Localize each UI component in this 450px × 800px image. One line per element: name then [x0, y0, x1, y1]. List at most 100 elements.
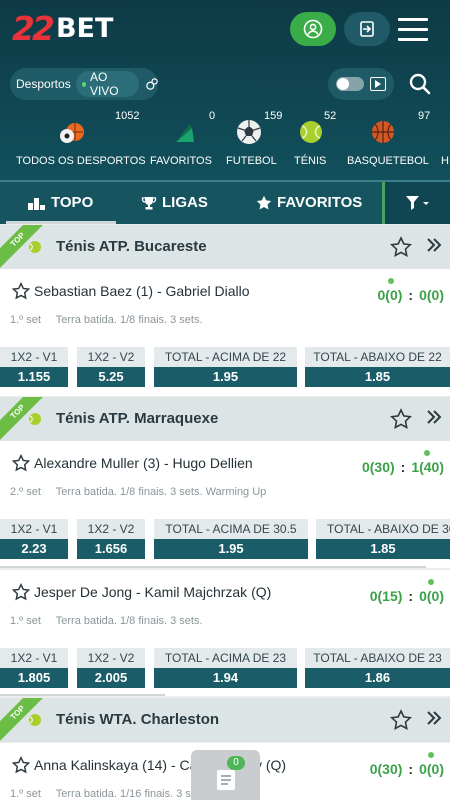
favorite-star-icon[interactable]: [12, 282, 30, 300]
odds-button[interactable]: 1.85: [305, 367, 450, 387]
match-score: 0(15):0(0): [370, 588, 444, 604]
register-button[interactable]: [290, 12, 336, 46]
filter-button[interactable]: [382, 182, 450, 224]
odds-button[interactable]: 1.95: [154, 539, 308, 559]
scroll-divider: [0, 694, 165, 696]
login-button[interactable]: [344, 12, 390, 46]
logo-number: 22: [12, 8, 55, 48]
hamburger-menu-icon[interactable]: [398, 16, 428, 42]
score-away: 0(0): [419, 588, 444, 604]
top-ribbon: TOP: [0, 225, 52, 269]
odds-button[interactable]: 2.23: [0, 539, 68, 559]
match-name-row: Sebastian Baez (1) - Gabriel Diallo: [12, 282, 250, 300]
double-chevron-right-icon[interactable]: [425, 709, 443, 727]
market-label: TOTAL - ABAIXO DE 22: [305, 347, 450, 367]
category-count: 0: [209, 110, 216, 122]
serve-indicator: [428, 752, 434, 758]
category-football[interactable]: 159 FUTEBOL: [226, 108, 292, 174]
dark-mode-toggle[interactable]: [336, 77, 364, 91]
category-count: 159: [264, 110, 283, 122]
market-label: TOTAL - ACIMA DE 30.5: [154, 519, 308, 539]
tab-topo[interactable]: TOPO: [28, 194, 93, 211]
tab-favoritos[interactable]: FAVORITOS: [256, 194, 362, 211]
desportos-toggle[interactable]: Desportos: [10, 77, 71, 91]
league-header[interactable]: TOP Ténis ATP. Marraquexe: [0, 397, 450, 441]
balls-icon[interactable]: [146, 77, 158, 91]
category-count: 52: [324, 110, 337, 122]
search-icon[interactable]: [408, 72, 432, 96]
odds-button[interactable]: 1.94: [154, 668, 297, 688]
odds-button[interactable]: 1.805: [0, 668, 68, 688]
tennis-ball-icon: [300, 121, 322, 143]
score-away: 1(40): [411, 459, 444, 475]
match-details: Terra batida. 1/8 finais. 3 sets. Warmin…: [55, 486, 267, 498]
league-header[interactable]: TOP Ténis ATP. Bucareste: [0, 225, 450, 269]
match-score: 0(30):1(40): [362, 459, 444, 475]
category-next[interactable]: H: [441, 108, 450, 174]
match-info: 1.º set Terra batida. 1/8 finais. 3 sets…: [10, 314, 203, 326]
category-basketball[interactable]: 97 BASQUETEBOL: [346, 108, 432, 174]
favorite-star-icon[interactable]: [390, 709, 412, 731]
betslip-button[interactable]: 0: [191, 750, 260, 800]
favorites-icon: [176, 124, 194, 142]
double-chevron-right-icon[interactable]: [425, 236, 443, 254]
tab-ligas[interactable]: LIGAS: [141, 194, 208, 211]
favorite-star-icon[interactable]: [390, 408, 412, 430]
league-header[interactable]: TOP Ténis WTA. Charleston: [0, 698, 450, 742]
market-label: 1X2 - V1: [0, 347, 68, 367]
score-away: 0(0): [419, 287, 444, 303]
stream-play-icon[interactable]: [370, 77, 386, 91]
match-row[interactable]: Sebastian Baez (1) - Gabriel Diallo 0(0)…: [0, 269, 450, 396]
odds-button[interactable]: 5.25: [77, 367, 145, 387]
odds-button[interactable]: 1.155: [0, 367, 68, 387]
brand-logo[interactable]: 22 BET: [12, 8, 113, 48]
score-separator: :: [408, 287, 414, 303]
market-label: 1X2 - V1: [0, 519, 68, 539]
tab-label: FAVORITOS: [277, 194, 363, 211]
odds-button[interactable]: 1.86: [305, 668, 450, 688]
market-label: TOTAL - ABAIXO DE 30.5: [316, 519, 450, 539]
star-icon: [256, 195, 272, 209]
tab-label: LIGAS: [162, 194, 208, 211]
category-label: H: [441, 155, 449, 167]
tennis-ball-icon: [29, 714, 41, 726]
login-icon: [360, 21, 374, 37]
trophy-icon: [141, 196, 157, 209]
league-title: Ténis ATP. Marraquexe: [56, 410, 219, 427]
top-header: 22 BET Desportos AO VIVO 1052 TODOS OS D…: [0, 0, 450, 180]
soccer-ball-icon: [237, 120, 261, 144]
match-row[interactable]: Jesper De Jong - Kamil Majchrzak (Q) 0(1…: [0, 570, 450, 696]
odds-button[interactable]: 1.95: [154, 367, 297, 387]
favorite-star-icon[interactable]: [12, 756, 30, 774]
odds-button[interactable]: 1.656: [77, 539, 145, 559]
odds-button[interactable]: 1.85: [316, 539, 450, 559]
favorite-star-icon[interactable]: [390, 236, 412, 258]
category-label: BASQUETEBOL: [347, 155, 429, 167]
match-name-row: Alexandre Muller (3) - Hugo Dellien: [12, 454, 253, 472]
score-home: 0(0): [377, 287, 403, 303]
match-row[interactable]: Alexandre Muller (3) - Hugo Dellien 0(30…: [0, 441, 450, 568]
match-score: 0(30):0(0): [370, 761, 444, 777]
category-label: FUTEBOL: [226, 155, 277, 167]
match-name-row: Jesper De Jong - Kamil Majchrzak (Q): [12, 583, 271, 601]
match-teams: Jesper De Jong - Kamil Majchrzak (Q): [34, 584, 272, 600]
tennis-ball-icon: [29, 413, 41, 425]
league-title: Ténis WTA. Charleston: [56, 711, 220, 728]
serve-indicator: [388, 278, 394, 284]
category-all-sports[interactable]: 1052 TODOS OS DESPORTOS: [14, 108, 146, 174]
view-options: [328, 68, 394, 100]
active-tab-indicator: [6, 221, 116, 224]
ao-vivo-toggle[interactable]: AO VIVO: [75, 70, 139, 98]
favorite-star-icon[interactable]: [12, 583, 30, 601]
favorite-star-icon[interactable]: [12, 454, 30, 472]
odds-button[interactable]: 2.005: [77, 668, 145, 688]
category-favorites[interactable]: 0 FAVORITOS: [150, 108, 220, 174]
double-chevron-right-icon[interactable]: [425, 408, 443, 426]
category-tennis[interactable]: 52 TÉNIS: [294, 108, 344, 174]
match-set: 2.º set: [10, 486, 41, 498]
match-info: 1.º set Terra batida. 1/8 finais. 3 sets…: [10, 615, 203, 627]
tennis-ball-icon: [29, 241, 41, 253]
main-tabs: TOPO LIGAS FAVORITOS: [0, 180, 450, 224]
market-label: TOTAL - ACIMA DE 23: [154, 648, 297, 668]
match-teams: Alexandre Muller (3) - Hugo Dellien: [34, 455, 253, 471]
